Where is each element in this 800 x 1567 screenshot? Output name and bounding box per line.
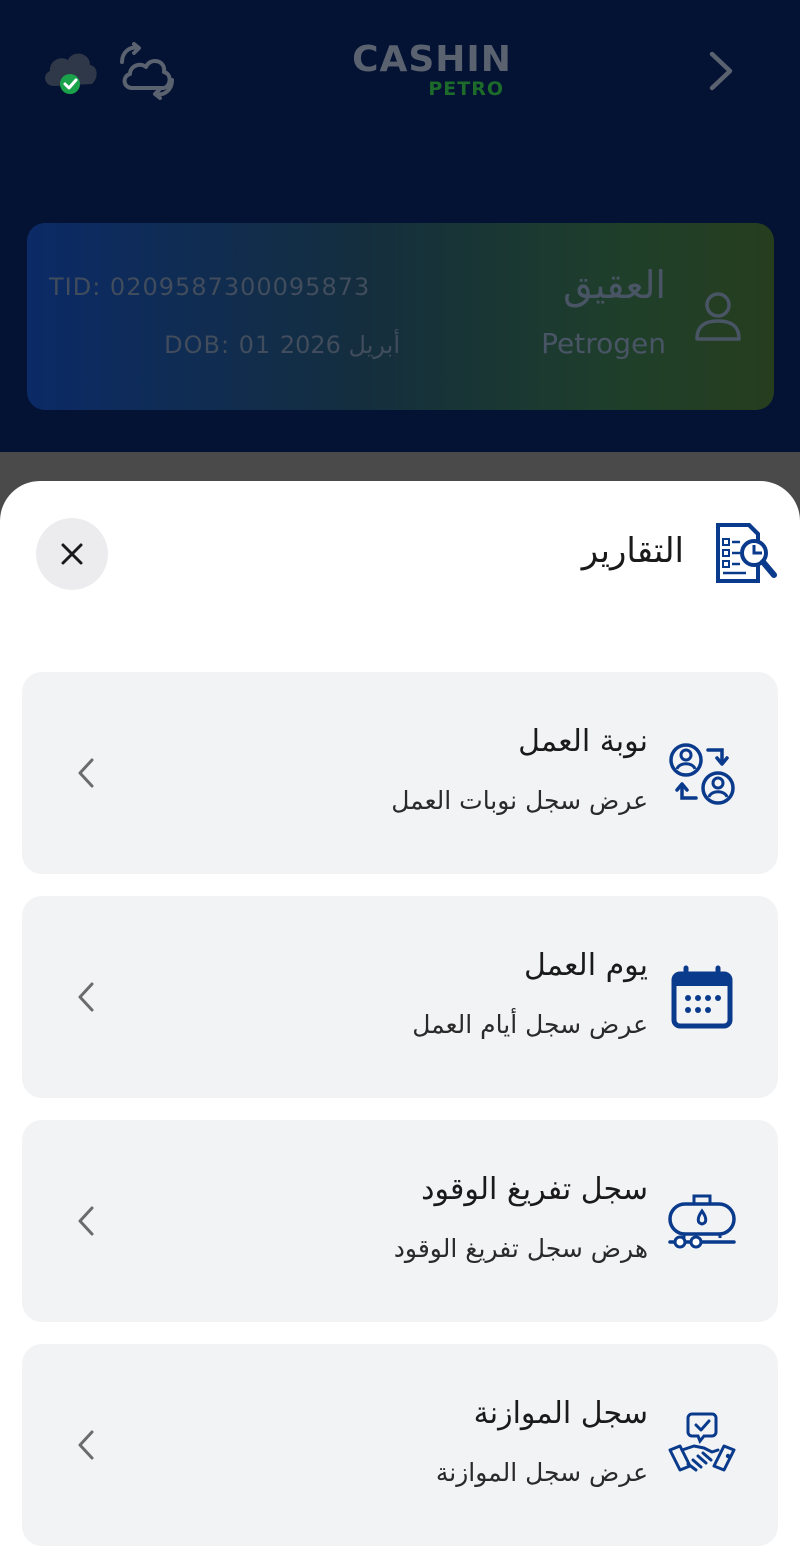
user-icon — [695, 292, 741, 341]
top-bar: CASHIN PETRO — [0, 0, 800, 145]
cashin-petro-logo: CASHIN PETRO — [352, 40, 512, 104]
cloud-sync-icon[interactable] — [116, 42, 178, 100]
menu-item-subtitle: عرض سجل نوبات العمل — [391, 786, 648, 815]
menu-item-workday[interactable]: يوم العمل عرض سجل أيام العمل — [22, 896, 778, 1098]
logo-sub-text: PETRO — [428, 78, 504, 100]
menu-item-title: يوم العمل — [524, 948, 648, 983]
close-icon — [61, 543, 83, 565]
menu-item-title: نوبة العمل — [518, 724, 648, 759]
menu-item-title: سجل تفريغ الوقود — [421, 1172, 648, 1207]
chevron-left-icon — [78, 758, 94, 788]
shift-swap-icon — [669, 743, 735, 805]
calendar-icon — [671, 965, 733, 1029]
terminal-id: TID: 0209587300095873 — [49, 273, 371, 301]
chevron-left-icon — [78, 1430, 94, 1460]
station-name: العقيق — [563, 263, 666, 307]
menu-item-fuel-unloading[interactable]: سجل تفريغ الوقود هرض سجل تفريغ الوقود — [22, 1120, 778, 1322]
chevron-left-icon — [78, 1206, 94, 1236]
cloud-synced-icon[interactable] — [40, 44, 100, 96]
chevron-right-icon[interactable] — [700, 48, 740, 94]
menu-item-subtitle: عرض سجل الموازنة — [435, 1458, 648, 1487]
logo-main-text: CASHIN — [352, 39, 512, 80]
menu-item-title: سجل الموازنة — [473, 1396, 648, 1431]
chevron-left-icon — [78, 982, 94, 1012]
handshake-icon — [668, 1412, 736, 1472]
station-company: Petrogen — [541, 327, 666, 360]
close-button[interactable] — [36, 518, 108, 590]
sheet-title: التقارير — [581, 531, 684, 571]
station-card: العقيق Petrogen TID: 0209587300095873 DO… — [27, 223, 774, 410]
menu-item-subtitle: عرض سجل أيام العمل — [412, 1010, 648, 1039]
business-date: DOB: 01 أبريل 2026 — [164, 331, 400, 359]
menu-item-reconciliation[interactable]: سجل الموازنة عرض سجل الموازنة — [22, 1344, 778, 1546]
menu-item-shift[interactable]: نوبة العمل عرض سجل نوبات العمل — [22, 672, 778, 874]
reports-icon — [716, 523, 777, 583]
app-background: CASHIN PETRO العقيق Petrogen TID: 020958… — [0, 0, 800, 560]
reports-bottom-sheet: التقارير نوبة العمل عرض سجل نوبات العمل — [0, 481, 800, 1567]
menu-item-subtitle: هرض سجل تفريغ الوقود — [393, 1234, 648, 1263]
fuel-tanker-icon — [668, 1194, 736, 1249]
